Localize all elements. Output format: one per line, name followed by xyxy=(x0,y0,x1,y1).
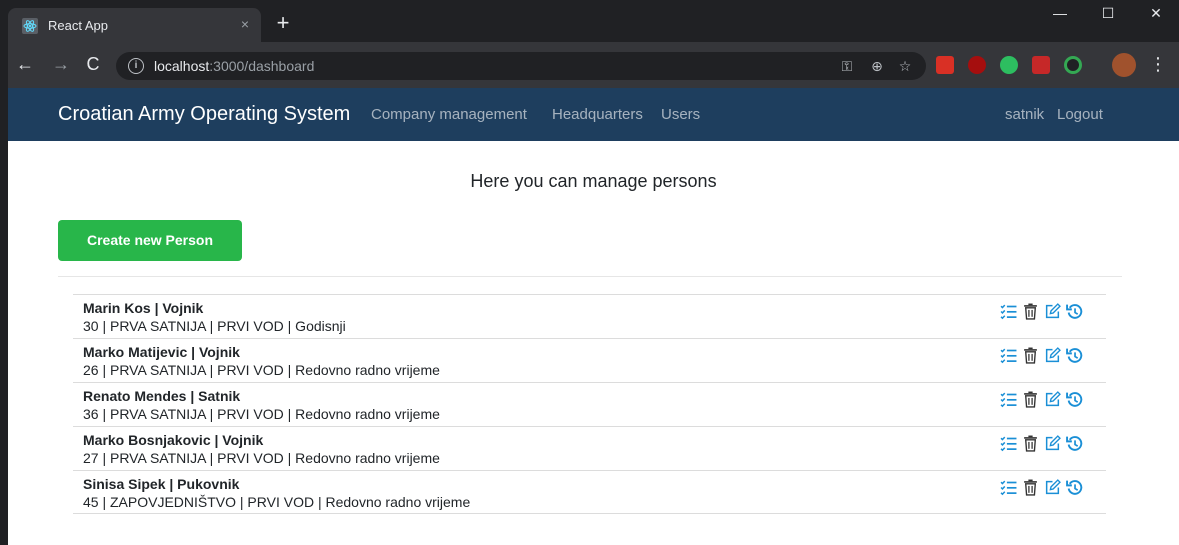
details-list-icon[interactable] xyxy=(1000,391,1017,408)
list-item: Marko Matijevic | Vojnik 26 | PRVA SATNI… xyxy=(73,338,1106,382)
url-host: localhost xyxy=(154,58,210,74)
nav-logout-link[interactable]: Logout xyxy=(1057,106,1103,123)
divider xyxy=(58,276,1122,277)
react-logo-icon xyxy=(22,18,38,34)
site-info-icon[interactable]: i xyxy=(128,58,144,74)
row-actions xyxy=(1000,303,1084,321)
url-path: :3000/dashboard xyxy=(209,58,315,74)
details-list-icon[interactable] xyxy=(1000,479,1017,496)
nav-link-headquarters[interactable]: Headquarters xyxy=(552,106,643,123)
list-item: Sinisa Sipek | Pukovnik 45 | ZAPOVJEDNIŠ… xyxy=(73,470,1106,514)
person-details: 27 | PRVA SATNIJA | PRVI VOD | Redovno r… xyxy=(83,450,440,466)
person-name: Marko Bosnjakovic | Vojnik xyxy=(83,432,264,448)
delete-trash-icon[interactable] xyxy=(1022,303,1039,320)
nav-link-users[interactable]: Users xyxy=(661,106,700,123)
close-window-button[interactable]: ✕ xyxy=(1136,0,1176,28)
bookmark-star-icon[interactable]: ☆ xyxy=(896,57,914,75)
list-item: Marko Bosnjakovic | Vojnik 27 | PRVA SAT… xyxy=(73,426,1106,470)
edit-icon[interactable] xyxy=(1044,303,1061,320)
edit-icon[interactable] xyxy=(1044,347,1061,364)
delete-trash-icon[interactable] xyxy=(1022,391,1039,408)
app-navbar: Croatian Army Operating System Company m… xyxy=(8,88,1179,141)
forward-arrow-icon[interactable]: → xyxy=(50,54,72,76)
persons-list: Marin Kos | Vojnik 30 | PRVA SATNIJA | P… xyxy=(73,294,1106,514)
person-details: 36 | PRVA SATNIJA | PRVI VOD | Redovno r… xyxy=(83,406,440,422)
zoom-icon[interactable]: ⊕ xyxy=(868,57,886,75)
gmail-extension-icon[interactable] xyxy=(936,56,954,74)
extension-icon[interactable] xyxy=(1032,56,1050,74)
row-actions xyxy=(1000,391,1084,409)
history-icon[interactable] xyxy=(1066,303,1083,320)
new-tab-button[interactable]: + xyxy=(271,12,295,36)
person-name: Renato Mendes | Satnik xyxy=(83,388,241,404)
page-heading: Here you can manage persons xyxy=(470,171,717,191)
history-icon[interactable] xyxy=(1066,435,1083,452)
person-name: Sinisa Sipek | Pukovnik xyxy=(83,476,240,492)
history-icon[interactable] xyxy=(1066,391,1083,408)
maximize-button[interactable]: ☐ xyxy=(1088,0,1128,28)
evernote-extension-icon[interactable] xyxy=(1000,56,1018,74)
delete-trash-icon[interactable] xyxy=(1022,347,1039,364)
browser-tab[interactable]: React App × xyxy=(8,8,261,42)
person-name: Marin Kos | Vojnik xyxy=(83,300,204,316)
list-item: Renato Mendes | Satnik 36 | PRVA SATNIJA… xyxy=(73,382,1106,426)
row-actions xyxy=(1000,435,1084,453)
person-name: Marko Matijevic | Vojnik xyxy=(83,344,240,360)
delete-trash-icon[interactable] xyxy=(1022,479,1039,496)
details-list-icon[interactable] xyxy=(1000,435,1017,452)
row-actions xyxy=(1000,479,1084,497)
address-bar[interactable]: i localhost:3000/dashboard ⚿ ⊕ ☆ xyxy=(116,52,926,80)
target-extension-icon[interactable] xyxy=(1064,56,1082,74)
person-details: 26 | PRVA SATNIJA | PRVI VOD | Redovno r… xyxy=(83,362,440,378)
profile-avatar[interactable] xyxy=(1112,53,1136,77)
tab-title: React App xyxy=(48,18,108,33)
window-border xyxy=(0,0,8,545)
tab-close-icon[interactable]: × xyxy=(241,16,249,32)
edit-icon[interactable] xyxy=(1044,391,1061,408)
row-actions xyxy=(1000,347,1084,365)
edit-icon[interactable] xyxy=(1044,479,1061,496)
nav-user-name[interactable]: satnik xyxy=(1005,106,1044,123)
person-details: 30 | PRVA SATNIJA | PRVI VOD | Godisnji xyxy=(83,318,346,334)
edit-icon[interactable] xyxy=(1044,435,1061,452)
details-list-icon[interactable] xyxy=(1000,303,1017,320)
history-icon[interactable] xyxy=(1066,479,1083,496)
details-list-icon[interactable] xyxy=(1000,347,1017,364)
back-arrow-icon[interactable]: ← xyxy=(14,54,36,76)
delete-trash-icon[interactable] xyxy=(1022,435,1039,452)
nav-link-company-management[interactable]: Company management xyxy=(371,106,527,123)
history-icon[interactable] xyxy=(1066,347,1083,364)
list-item: Marin Kos | Vojnik 30 | PRVA SATNIJA | P… xyxy=(73,294,1106,338)
reload-icon[interactable]: C xyxy=(82,54,104,76)
app-brand[interactable]: Croatian Army Operating System xyxy=(58,103,350,126)
ublock-extension-icon[interactable] xyxy=(968,56,986,74)
key-icon[interactable]: ⚿ xyxy=(838,57,856,75)
create-person-button[interactable]: Create new Person xyxy=(58,220,242,261)
person-details: 45 | ZAPOVJEDNIŠTVO | PRVI VOD | Redovno… xyxy=(83,494,471,510)
browser-menu-icon[interactable]: ⋮ xyxy=(1148,54,1168,76)
browser-tab-bar: React App × + — ☐ ✕ xyxy=(0,0,1179,42)
url-text[interactable]: localhost:3000/dashboard xyxy=(154,58,314,74)
browser-toolbar: ← → C i localhost:3000/dashboard ⚿ ⊕ ☆ ⋮ xyxy=(8,42,1179,88)
minimize-button[interactable]: — xyxy=(1040,0,1080,28)
